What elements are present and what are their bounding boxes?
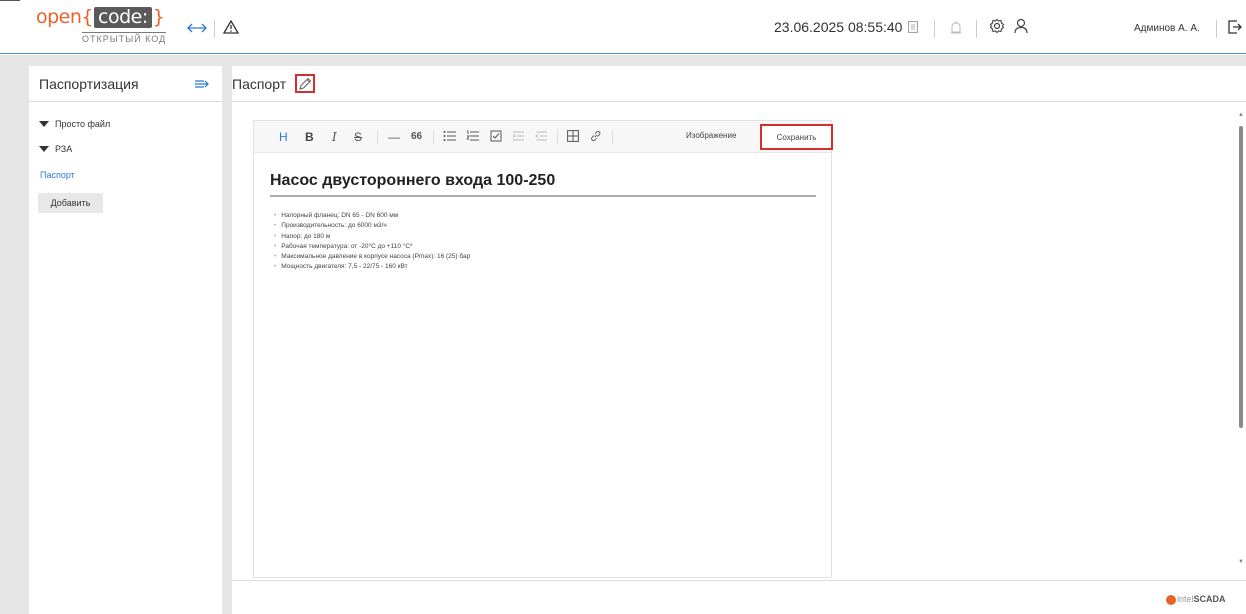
add-button[interactable]: Добавить: [38, 193, 103, 213]
horizontal-rule-icon[interactable]: —: [388, 130, 400, 144]
list-item: Мощность двигателя: 7,5 - 22/75 - 160 кВ…: [274, 262, 470, 272]
divider: [934, 20, 935, 38]
spec-list: Напорный фланец: DN 65 - DN 600 мм Произ…: [274, 211, 470, 273]
divider: [1216, 20, 1217, 38]
heading-icon[interactable]: H: [279, 130, 288, 144]
left-panel: Паспортизация Просто файл РЗА Паспорт До…: [29, 66, 222, 614]
list-item: Рабочая температура: от -20°C до +110 °C…: [274, 242, 470, 252]
alarm-icon[interactable]: [948, 19, 964, 35]
vertical-scrollbar[interactable]: ▲ ▼: [1236, 112, 1246, 572]
window-line: [0, 0, 20, 1]
link-icon[interactable]: [590, 130, 602, 145]
bullet-list-icon[interactable]: [443, 130, 457, 145]
list-item: Напор: до 180 м: [274, 232, 470, 242]
table-icon[interactable]: [567, 130, 579, 145]
indent-icon[interactable]: [512, 130, 525, 145]
brand-intel: intel: [1177, 594, 1194, 604]
edit-button[interactable]: [295, 74, 315, 93]
left-panel-header: Паспортизация: [29, 66, 222, 102]
toolbar-divider: [557, 130, 558, 144]
main-panel: Паспорт H B I S — 66 Изображение Сохрани…: [232, 66, 1246, 614]
scroll-thumb[interactable]: [1239, 126, 1243, 428]
tree-item-rza[interactable]: РЗА: [39, 144, 72, 154]
user-icon[interactable]: [1012, 17, 1030, 35]
save-button[interactable]: Сохранить: [760, 124, 833, 150]
bottom-bar: intelSCADA: [232, 580, 1246, 614]
task-list-icon[interactable]: [490, 130, 502, 145]
top-bar: open{code:} ОТКРЫТЫЙ КОД 23.06.2025 08:5…: [0, 0, 1246, 54]
divider: [214, 20, 215, 38]
main-panel-header: Паспорт: [232, 66, 1246, 102]
logo-wordmark: open{code:}: [36, 6, 165, 28]
scroll-down-icon[interactable]: ▼: [1238, 559, 1244, 565]
arrows-left-right-icon[interactable]: [186, 18, 208, 38]
list-item: Напорный фланец: DN 65 - DN 600 мм: [274, 211, 470, 221]
brand-mark-icon: [1166, 594, 1176, 605]
document-icon[interactable]: [906, 19, 920, 35]
page-title: Паспорт: [232, 76, 287, 92]
document-heading: Насос двустороннего входа 100-250: [270, 172, 816, 197]
user-name[interactable]: Админов А. А.: [1134, 23, 1200, 34]
tree-item-label: Просто файл: [55, 119, 111, 129]
collapse-panel-icon[interactable]: [194, 77, 210, 91]
strikethrough-icon[interactable]: S: [354, 130, 362, 144]
list-item: Максимальное давление в корпусе насоса (…: [274, 252, 470, 262]
logout-icon[interactable]: [1226, 18, 1244, 36]
editor-toolbar: H B I S — 66 Изображение Сохранить: [254, 121, 833, 153]
image-button[interactable]: Изображение: [686, 131, 736, 140]
logo-code: code:: [94, 7, 152, 28]
app-logo[interactable]: open{code:} ОТКРЫТЫЙ КОД: [36, 6, 176, 46]
divider: [976, 20, 977, 38]
rich-text-editor[interactable]: H B I S — 66 Изображение Сохранить Насос…: [253, 120, 833, 578]
tree-item-label: РЗА: [55, 144, 73, 154]
warning-icon[interactable]: [222, 18, 240, 36]
list-item: Производительность: до 6000 м3/ч: [274, 221, 470, 231]
logo-prefix: open{: [36, 6, 94, 28]
toolbar-divider: [612, 130, 613, 144]
brand-scada: SCADA: [1193, 594, 1226, 604]
caret-down-icon: [39, 146, 49, 152]
pencil-icon: [299, 77, 312, 90]
logo-suffix: }: [152, 6, 165, 28]
tree-item-passport[interactable]: Паспорт: [40, 170, 75, 180]
logo-subtitle: ОТКРЫТЫЙ КОД: [82, 32, 167, 44]
scroll-up-icon[interactable]: ▲: [1238, 112, 1244, 118]
bold-icon[interactable]: B: [305, 130, 314, 144]
toolbar-divider: [377, 130, 378, 144]
quote-icon[interactable]: 66: [411, 130, 422, 144]
brand-logo: intelSCADA: [1166, 594, 1226, 605]
italic-icon[interactable]: I: [332, 130, 337, 144]
tree-item-file[interactable]: Просто файл: [39, 119, 110, 129]
ordered-list-icon[interactable]: [466, 130, 480, 145]
settings-icon[interactable]: [988, 17, 1006, 35]
toolbar-divider: [433, 130, 434, 144]
caret-down-icon: [39, 121, 49, 127]
current-datetime: 23.06.2025 08:55:40: [774, 19, 903, 35]
left-panel-title: Паспортизация: [39, 76, 139, 92]
outdent-icon[interactable]: [535, 130, 548, 145]
